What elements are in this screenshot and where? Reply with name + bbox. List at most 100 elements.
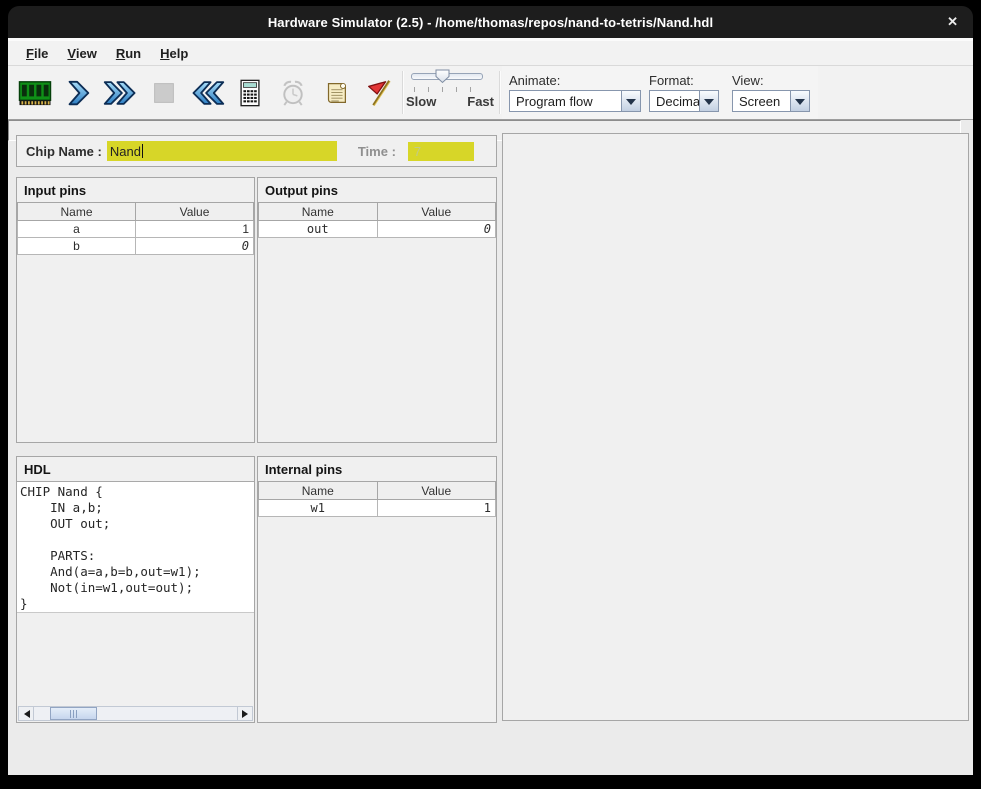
animate-value: Program flow bbox=[509, 90, 621, 112]
slider-tick bbox=[414, 87, 415, 92]
arrow-left-icon bbox=[20, 710, 30, 718]
animate-label: Animate: bbox=[509, 73, 641, 88]
pin-value-cell: 0 bbox=[377, 221, 496, 238]
chip-name-text: Nand bbox=[110, 144, 141, 159]
single-step-icon bbox=[63, 78, 93, 108]
pin-value-cell: 1 bbox=[377, 500, 496, 517]
main-area: Chip Name : Nand Time : 7 Input pins Nam… bbox=[8, 120, 973, 775]
pin-value-cell[interactable]: 0 bbox=[136, 238, 254, 255]
column-header-name: Name bbox=[259, 203, 378, 221]
input-pins-panel: Input pins Name Value a 1 b 0 bbox=[16, 177, 255, 443]
column-header-value: Value bbox=[377, 482, 496, 500]
pin-name-cell: a bbox=[18, 221, 136, 238]
internal-pins-panel: Internal pins Name Value w1 1 bbox=[257, 456, 497, 723]
toolbar-separator bbox=[402, 71, 403, 114]
chip-display-panel bbox=[502, 133, 969, 721]
toolbar-combos: Animate: Program flow Format: Decimal Vi… bbox=[502, 66, 818, 119]
time-input: 7 bbox=[408, 142, 474, 161]
pin-name-cell: w1 bbox=[259, 500, 378, 517]
table-row: w1 1 bbox=[259, 500, 496, 517]
slider-tick bbox=[456, 87, 457, 92]
app-content: File View Run Help bbox=[8, 38, 973, 775]
clock-button bbox=[271, 69, 314, 117]
chevron-down-icon bbox=[626, 99, 636, 110]
chevron-down-icon bbox=[704, 99, 714, 110]
text-caret bbox=[142, 144, 143, 158]
internal-pins-table: Name Value w1 1 bbox=[258, 481, 496, 517]
input-pins-title: Input pins bbox=[17, 178, 254, 202]
hdl-horizontal-scrollbar[interactable] bbox=[18, 706, 253, 721]
slider-fast-label: Fast bbox=[467, 94, 494, 109]
stop-icon bbox=[149, 78, 179, 108]
format-dropdown-arrow[interactable] bbox=[699, 90, 719, 112]
output-pins-title: Output pins bbox=[258, 178, 496, 202]
table-header-row: Name Value bbox=[259, 203, 496, 221]
menu-view[interactable]: View bbox=[59, 44, 104, 63]
view-label: View: bbox=[732, 73, 810, 88]
close-icon[interactable]: ✕ bbox=[947, 14, 958, 30]
memory-chip-icon bbox=[17, 77, 53, 108]
internal-pins-title: Internal pins bbox=[258, 457, 496, 481]
reset-button[interactable] bbox=[185, 69, 228, 117]
table-header-row: Name Value bbox=[18, 203, 254, 221]
toolbar: Slow Fast Animate: Program flow Format: … bbox=[8, 66, 973, 120]
view-value: Screen bbox=[732, 90, 790, 112]
view-combo-block: View: Screen bbox=[732, 73, 810, 119]
rewind-icon bbox=[188, 78, 226, 108]
input-pins-table: Name Value a 1 b 0 bbox=[17, 202, 254, 255]
menu-help[interactable]: Help bbox=[152, 44, 196, 63]
hdl-panel: HDL CHIP Nand { IN a,b; OUT out; PARTS: … bbox=[16, 456, 255, 723]
animate-combobox[interactable]: Program flow bbox=[509, 90, 641, 112]
slider-tick bbox=[428, 87, 429, 92]
hdl-code-area: CHIP Nand { IN a,b; OUT out; PARTS: And(… bbox=[17, 481, 254, 613]
animate-dropdown-arrow[interactable] bbox=[621, 90, 641, 112]
breakpoints-button[interactable] bbox=[357, 69, 400, 117]
scroll-right-button[interactable] bbox=[237, 707, 252, 720]
time-label: Time : bbox=[358, 144, 396, 159]
menu-file[interactable]: File bbox=[18, 44, 56, 63]
breakpoint-flag-icon bbox=[364, 78, 394, 108]
pin-name-cell: b bbox=[18, 238, 136, 255]
single-step-button[interactable] bbox=[56, 69, 99, 117]
evaluate-button[interactable] bbox=[228, 69, 271, 117]
view-script-button[interactable] bbox=[314, 69, 357, 117]
pin-name-cell: out bbox=[259, 221, 378, 238]
app-window: Hardware Simulator (2.5) - /home/thomas/… bbox=[8, 6, 973, 775]
format-label: Format: bbox=[649, 73, 719, 88]
column-header-name: Name bbox=[18, 203, 136, 221]
output-pins-table: Name Value out 0 bbox=[258, 202, 496, 238]
pin-value-cell[interactable]: 1 bbox=[136, 221, 254, 238]
chip-name-label: Chip Name : bbox=[26, 144, 102, 159]
slider-thumb[interactable] bbox=[435, 69, 450, 84]
clock-icon bbox=[277, 77, 309, 108]
scrollbar-thumb[interactable] bbox=[50, 707, 97, 720]
output-pins-panel: Output pins Name Value out 0 bbox=[257, 177, 497, 443]
table-row: out 0 bbox=[259, 221, 496, 238]
view-dropdown-arrow[interactable] bbox=[790, 90, 810, 112]
chip-name-input[interactable]: Nand bbox=[107, 141, 337, 161]
menu-run[interactable]: Run bbox=[108, 44, 149, 63]
scroll-left-button[interactable] bbox=[19, 707, 34, 720]
slider-tick bbox=[442, 87, 443, 92]
format-combobox[interactable]: Decimal bbox=[649, 90, 719, 112]
animate-combo-block: Animate: Program flow bbox=[509, 73, 641, 119]
toolbar-buttons bbox=[8, 66, 400, 119]
table-row: b 0 bbox=[18, 238, 254, 255]
speed-slider: Slow Fast bbox=[405, 66, 497, 119]
calculator-icon bbox=[235, 78, 265, 108]
chip-header-panel: Chip Name : Nand Time : 7 bbox=[16, 135, 497, 167]
view-combobox[interactable]: Screen bbox=[732, 90, 810, 112]
slider-slow-label: Slow bbox=[406, 94, 436, 109]
slider-tick bbox=[470, 87, 471, 92]
table-row: a 1 bbox=[18, 221, 254, 238]
time-text: 7 bbox=[414, 144, 421, 159]
load-chip-button[interactable] bbox=[13, 69, 56, 117]
script-scroll-icon bbox=[321, 78, 351, 108]
table-header-row: Name Value bbox=[259, 482, 496, 500]
titlebar: Hardware Simulator (2.5) - /home/thomas/… bbox=[8, 6, 973, 38]
arrow-right-icon bbox=[242, 710, 252, 718]
toolbar-separator bbox=[499, 71, 500, 114]
run-button[interactable] bbox=[99, 69, 142, 117]
format-value: Decimal bbox=[649, 90, 699, 112]
hdl-title: HDL bbox=[17, 457, 254, 481]
